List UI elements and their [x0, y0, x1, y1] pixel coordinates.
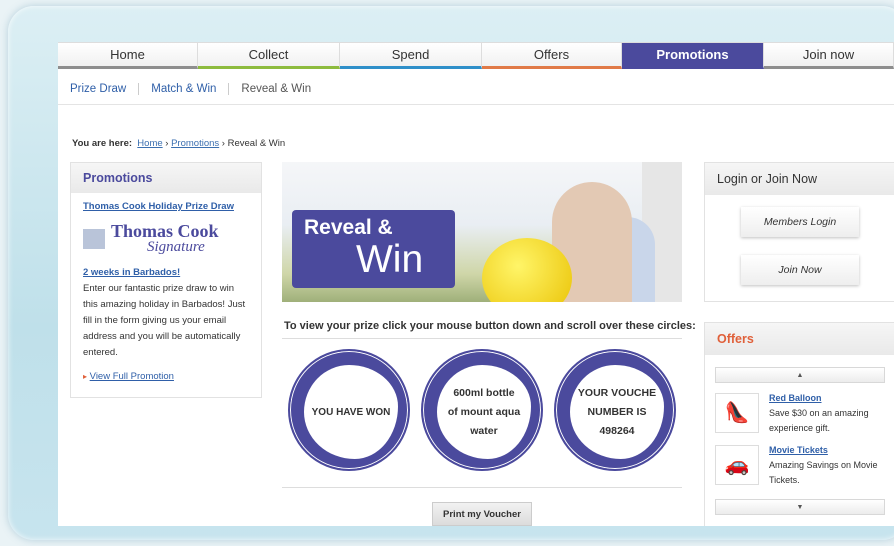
tab-join-now[interactable]: Join now	[764, 42, 894, 69]
offer-title[interactable]: Red Balloon	[769, 391, 881, 406]
tab-label: Promotions	[656, 47, 729, 62]
view-full-promotion-link[interactable]: View Full Promotion	[90, 371, 174, 382]
thomas-cook-logo: Thomas Cook Signature	[83, 219, 249, 259]
car-icon: 🚗	[715, 445, 759, 485]
reveal-text: 600ml bottle	[453, 386, 515, 399]
breadcrumb-label: You are here:	[72, 138, 133, 149]
members-login-button[interactable]: Members Login	[741, 207, 859, 237]
arrow-right-icon: ▸	[83, 372, 88, 381]
hero-line2: Win	[356, 238, 424, 281]
hero-banner: Reveal & Win	[282, 162, 682, 302]
offer-description: Amazing Savings on Movie Tickets.	[769, 460, 878, 485]
promo-title-link[interactable]: Thomas Cook Holiday Prize Draw	[83, 199, 249, 215]
offer-description: Save $30 on an amazing experience gift.	[769, 408, 869, 433]
subnav-reveal-win[interactable]: Reveal & Win	[229, 83, 323, 95]
main-nav: Home Collect Spend Offers Promotions Joi…	[58, 42, 894, 72]
breadcrumb: You are here: Home › Promotions › Reveal…	[72, 138, 285, 149]
arrow-up-icon: ▲	[796, 371, 804, 379]
scratch-reveal-1: YOU HAVE WON	[304, 365, 398, 459]
tab-label: Collect	[248, 47, 289, 62]
offer-item[interactable]: 🚗 Movie Tickets Amazing Savings on Movie…	[715, 443, 885, 491]
promotions-panel: Promotions Thomas Cook Holiday Prize Dra…	[70, 162, 262, 398]
logo-mark-icon	[83, 229, 105, 249]
reveal-text: 498264	[599, 424, 635, 437]
tab-label: Join now	[802, 47, 855, 62]
scratch-circle-1[interactable]: YOU HAVE WON	[288, 349, 410, 471]
logo-sub-text: Signature	[147, 239, 205, 255]
scratch-area: YOU HAVE WON 600ml bottle of mount aqua …	[282, 338, 682, 488]
tab-collect[interactable]: Collect	[198, 42, 340, 69]
scratch-reveal-3: YOUR VOUCHE NUMBER IS 498264	[570, 365, 664, 459]
promotions-heading: Promotions	[71, 163, 261, 193]
hero-line1: Reveal &	[304, 216, 393, 239]
arrow-down-icon: ▼	[796, 503, 804, 511]
scroll-down-button[interactable]: ▼	[715, 499, 885, 515]
shoe-icon: 👠	[715, 393, 759, 433]
offer-item[interactable]: 👠 Red Balloon Save $30 on an amazing exp…	[715, 391, 885, 439]
reveal-win-badge: Reveal & Win	[292, 210, 455, 288]
tab-promotions[interactable]: Promotions	[622, 42, 764, 69]
tab-label: Home	[110, 47, 145, 62]
offer-title[interactable]: Movie Tickets	[769, 443, 881, 458]
scroll-up-button[interactable]: ▲	[715, 367, 885, 383]
scratch-reveal-2: 600ml bottle of mount aqua water	[437, 365, 531, 459]
scratch-circle-3[interactable]: YOUR VOUCHE NUMBER IS 498264	[554, 349, 676, 471]
reveal-text: NUMBER IS	[587, 405, 647, 418]
promo-description: Enter our fantastic prize draw to win th…	[83, 283, 246, 358]
offers-panel: Offers ▲ 👠 Red Balloon Save $30 on an am…	[704, 322, 894, 526]
sub-nav: Prize Draw Match & Win Reveal & Win	[58, 74, 894, 105]
print-voucher-button[interactable]: Print my Voucher	[432, 502, 532, 526]
offers-heading: Offers	[705, 323, 894, 355]
tab-home[interactable]: Home	[58, 42, 198, 69]
promo-offer-link[interactable]: 2 weeks in Barbados!	[83, 265, 249, 281]
login-heading: Login or Join Now	[705, 163, 894, 195]
tab-label: Spend	[391, 47, 430, 62]
scratch-circle-2[interactable]: 600ml bottle of mount aqua water	[421, 349, 543, 471]
subnav-match-win[interactable]: Match & Win	[139, 83, 230, 95]
join-now-button[interactable]: Join Now	[741, 255, 859, 285]
tab-offers[interactable]: Offers	[482, 42, 622, 69]
reveal-text: YOU HAVE WON	[311, 406, 391, 418]
breadcrumb-home[interactable]: Home	[137, 138, 162, 149]
breadcrumb-current: Reveal & Win	[227, 138, 286, 149]
page: Home Collect Spend Offers Promotions Joi…	[58, 42, 894, 526]
tab-label: Offers	[533, 47, 570, 62]
tab-spend[interactable]: Spend	[340, 42, 482, 69]
breadcrumb-promotions[interactable]: Promotions	[171, 138, 219, 149]
subnav-prize-draw[interactable]: Prize Draw	[58, 83, 140, 95]
logo-main-text: Thomas Cook	[111, 221, 219, 241]
scratch-instructions: To view your prize click your mouse butt…	[284, 320, 696, 332]
reveal-text: of mount aqua	[447, 405, 521, 418]
reveal-text: water	[470, 424, 498, 437]
login-panel: Login or Join Now Members Login Join Now	[704, 162, 894, 302]
reveal-text: YOUR VOUCHE	[577, 386, 657, 399]
